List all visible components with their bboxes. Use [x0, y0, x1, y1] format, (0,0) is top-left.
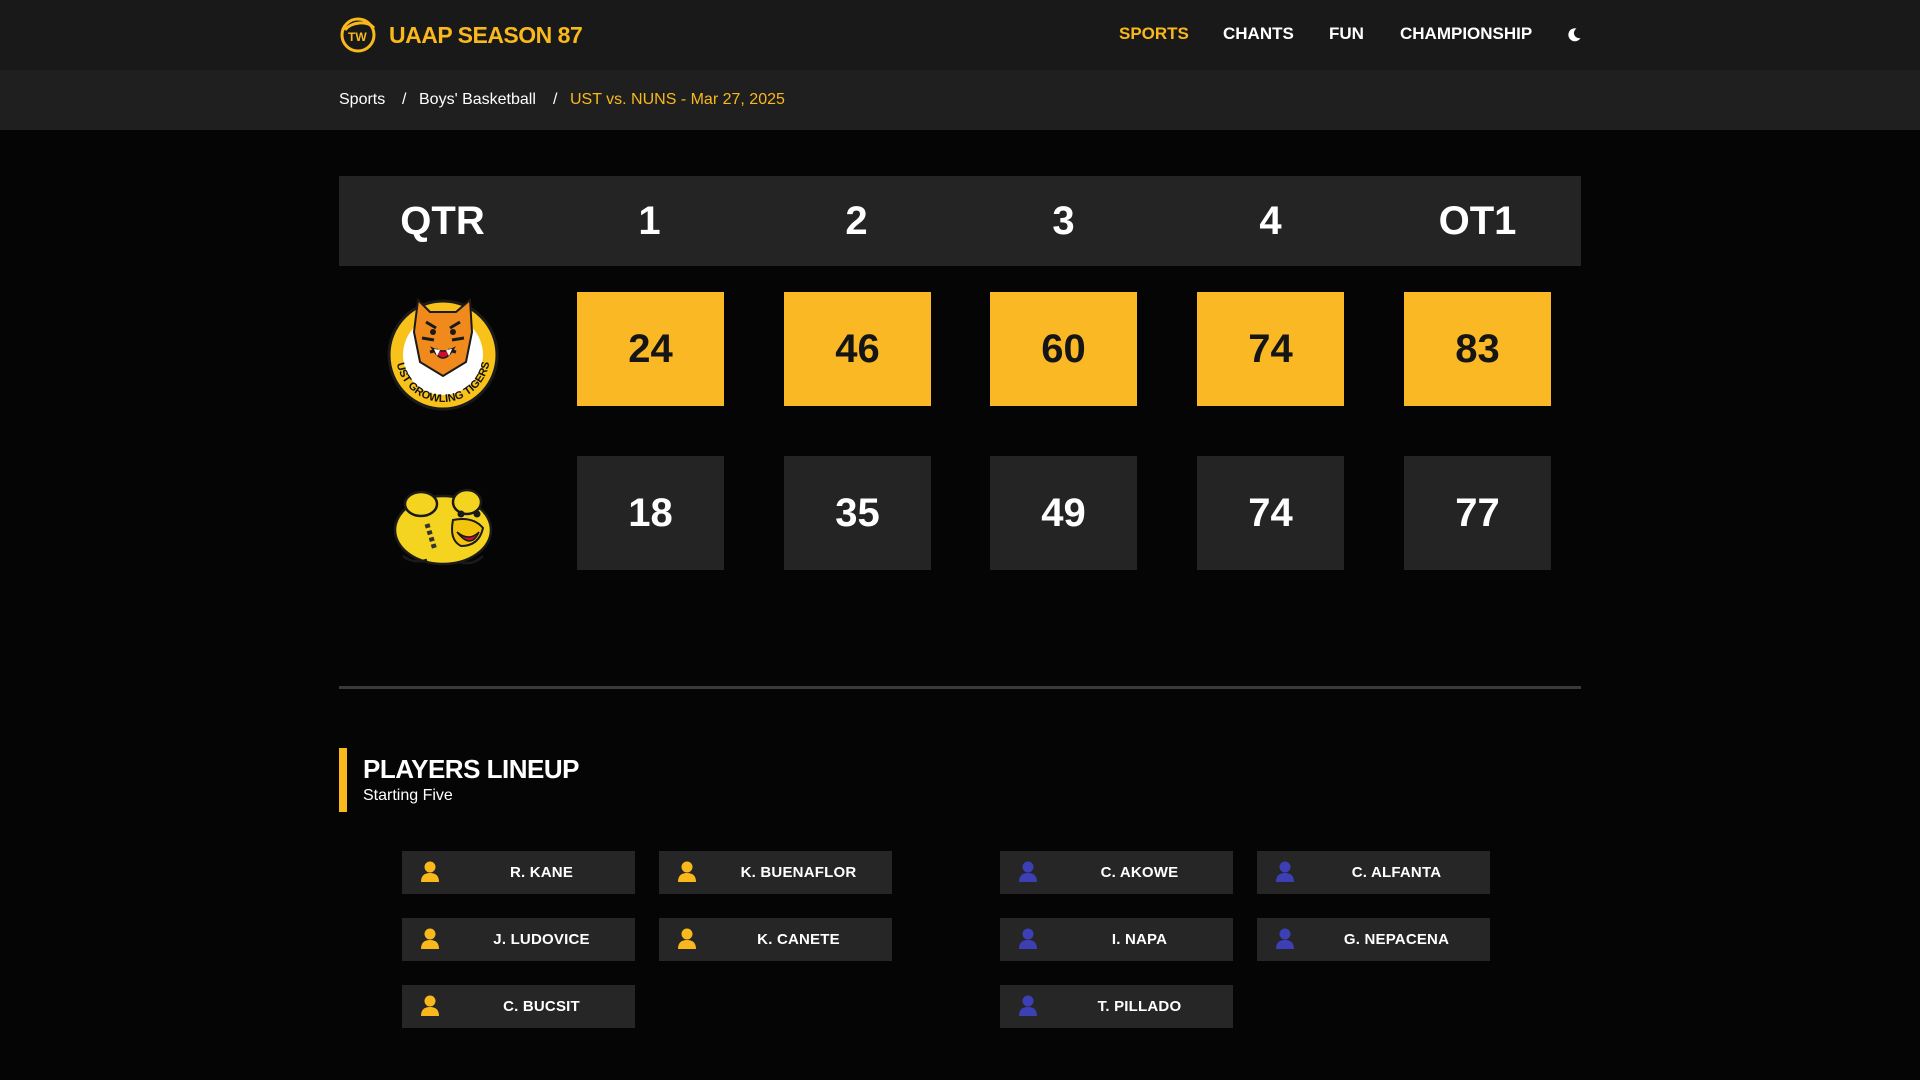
period-1: 1 [638, 199, 661, 243]
period-4: 4 [1259, 199, 1282, 243]
player-card-team-b[interactable]: I. NAPA [1000, 918, 1233, 961]
nav-championship[interactable]: CHAMPIONSHIP [1400, 24, 1532, 44]
user-icon [1019, 995, 1037, 1016]
user-icon [421, 995, 439, 1016]
period-ot1: OT1 [1438, 199, 1517, 243]
breadcrumb: Sports / Boys' Basketball / UST vs. NUNS… [0, 70, 1920, 130]
ust-score-q2: 46 [784, 292, 931, 406]
breadcrumb-boys-basketball[interactable]: Boys' Basketball [419, 91, 536, 109]
nu-score-q2: 35 [784, 456, 931, 570]
player-name: K. BUENAFLOR [740, 864, 857, 881]
ust-score-q4: 74 [1197, 292, 1344, 406]
breadcrumb-separator: / [402, 91, 407, 108]
breadcrumb-current: UST vs. NUNS - Mar 27, 2025 [570, 91, 785, 108]
period-3: 3 [1052, 199, 1075, 243]
scoreboard-header: QTR 1 2 3 4 OT1 [339, 176, 1581, 266]
player-name: C. AKOWE [1100, 864, 1179, 881]
nav-fun[interactable]: FUN [1329, 24, 1364, 44]
player-name: K. CANETE [757, 931, 840, 948]
top-navbar: TW UAAP SEASON 87 SPORTS CHANTS FUN CHAM… [0, 0, 1920, 70]
user-icon [1019, 928, 1037, 949]
nu-bulldog-logo [393, 488, 493, 566]
brand-logo-icon: TW [340, 17, 376, 53]
nu-score-q3: 49 [990, 456, 1137, 570]
player-name: T. PILLADO [1097, 998, 1182, 1015]
player-card-team-b[interactable]: T. PILLADO [1000, 985, 1233, 1028]
player-name: J. LUDOVICE [493, 931, 590, 948]
nu-score-q1: 18 [577, 456, 724, 570]
nav-chants[interactable]: CHANTS [1223, 24, 1294, 44]
player-name: I. NAPA [1111, 931, 1168, 948]
user-icon [678, 928, 696, 949]
section-divider [339, 686, 1581, 689]
user-icon [1019, 861, 1037, 882]
player-card-team-a[interactable]: K. CANETE [659, 918, 892, 961]
nu-score-ot1: 77 [1404, 456, 1551, 570]
user-icon [1276, 928, 1294, 949]
nav-sports[interactable]: SPORTS [1119, 24, 1189, 44]
ust-score-q1: 24 [577, 292, 724, 406]
player-name: R. KANE [509, 864, 574, 881]
user-icon [678, 861, 696, 882]
ust-growling-tigers-logo: UST GROWLING TIGERS [387, 297, 499, 411]
player-card-team-a[interactable]: J. LUDOVICE [402, 918, 635, 961]
lineup-title: PLAYERS LINEUP [363, 754, 579, 784]
lineup-subtitle: Starting Five [363, 787, 453, 804]
player-card-team-a[interactable]: R. KANE [402, 851, 635, 894]
svg-text:TW: TW [348, 30, 367, 44]
period-2: 2 [845, 199, 868, 243]
user-icon [421, 861, 439, 882]
user-icon [1276, 861, 1294, 882]
breadcrumb-separator: / [553, 91, 558, 108]
brand[interactable]: TW UAAP SEASON 87 [339, 16, 583, 54]
nu-score-q4: 74 [1197, 456, 1344, 570]
player-card-team-a[interactable]: C. BUCSIT [402, 985, 635, 1028]
breadcrumb-sports[interactable]: Sports [339, 91, 385, 109]
player-card-team-b[interactable]: G. NEPACENA [1257, 918, 1490, 961]
qtr-label: QTR [400, 199, 485, 243]
player-card-team-b[interactable]: C. AKOWE [1000, 851, 1233, 894]
player-name: C. BUCSIT [503, 998, 580, 1015]
brand-title: UAAP SEASON 87 [389, 21, 583, 48]
player-card-team-a[interactable]: K. BUENAFLOR [659, 851, 892, 894]
player-name: G. NEPACENA [1343, 931, 1450, 948]
player-card-team-b[interactable]: C. ALFANTA [1257, 851, 1490, 894]
lineup-accent-bar [339, 748, 347, 812]
player-name: C. ALFANTA [1351, 864, 1442, 881]
ust-score-ot1: 83 [1404, 292, 1551, 406]
user-icon [421, 928, 439, 949]
moon-icon[interactable] [1566, 27, 1582, 43]
ust-score-q3: 60 [990, 292, 1137, 406]
